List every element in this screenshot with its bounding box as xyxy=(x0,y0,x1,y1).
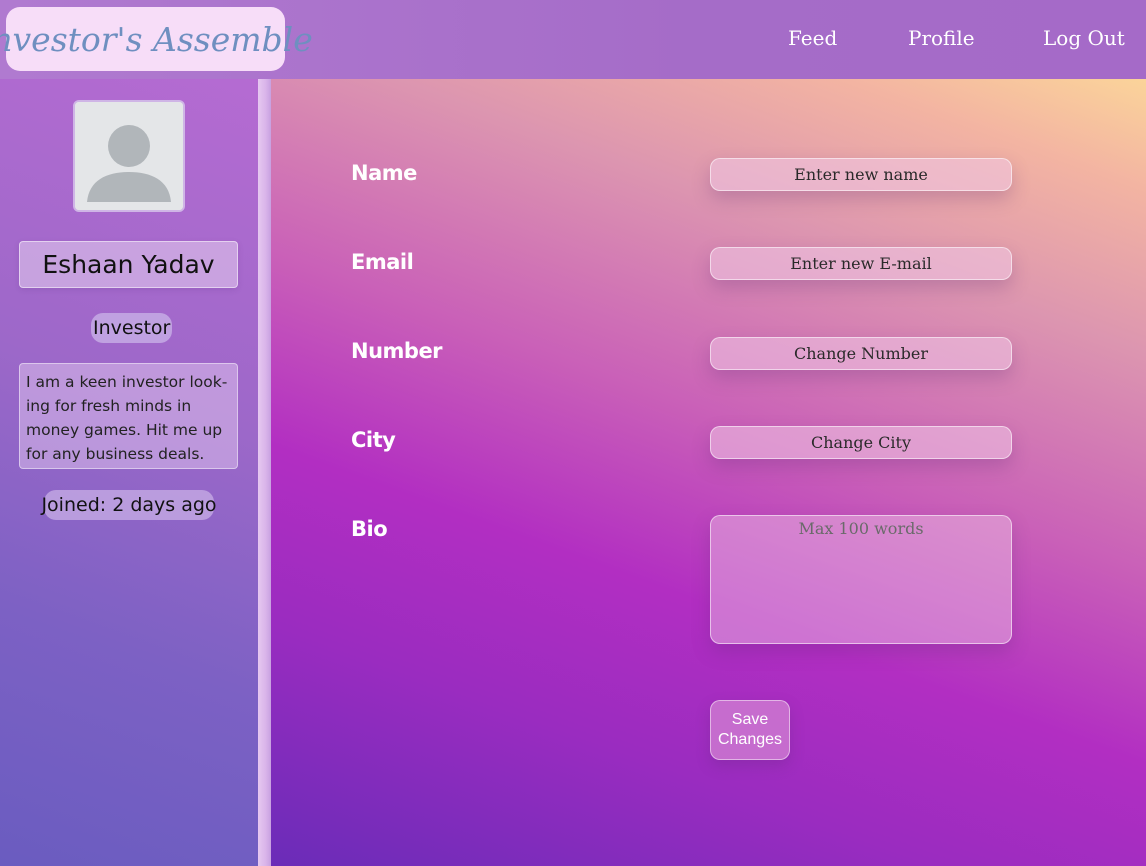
bio-textarea[interactable] xyxy=(710,515,1012,644)
top-navbar: Investor's Assemble Feed Profile Log Out xyxy=(0,0,1146,79)
avatar xyxy=(73,100,185,212)
logo-text: Investor's Assemble xyxy=(0,19,313,59)
name-input[interactable] xyxy=(710,158,1012,191)
edit-profile-panel xyxy=(271,79,1146,866)
number-label: Number xyxy=(351,339,443,363)
site-logo[interactable]: Investor's Assemble xyxy=(0,7,313,71)
nav-link-logout[interactable]: Log Out xyxy=(1043,26,1125,50)
profile-bio: I am a keen investor look-ing for fresh … xyxy=(19,363,238,469)
sidebar-divider xyxy=(258,79,271,866)
joined-badge: Joined: 2 days ago xyxy=(41,490,217,520)
profile-name: Eshaan Yadav xyxy=(19,241,238,288)
nav-link-profile[interactable]: Profile xyxy=(908,26,975,50)
number-input[interactable] xyxy=(710,337,1012,370)
city-label: City xyxy=(351,428,396,452)
save-changes-button[interactable]: Save Changes xyxy=(710,700,790,760)
name-label: Name xyxy=(351,161,417,185)
email-input[interactable] xyxy=(710,247,1012,280)
email-label: Email xyxy=(351,250,414,274)
bio-label: Bio xyxy=(351,517,388,541)
city-input[interactable] xyxy=(710,426,1012,459)
nav-link-feed[interactable]: Feed xyxy=(788,26,837,50)
role-badge: Investor xyxy=(91,313,173,343)
user-avatar-icon xyxy=(75,102,183,210)
